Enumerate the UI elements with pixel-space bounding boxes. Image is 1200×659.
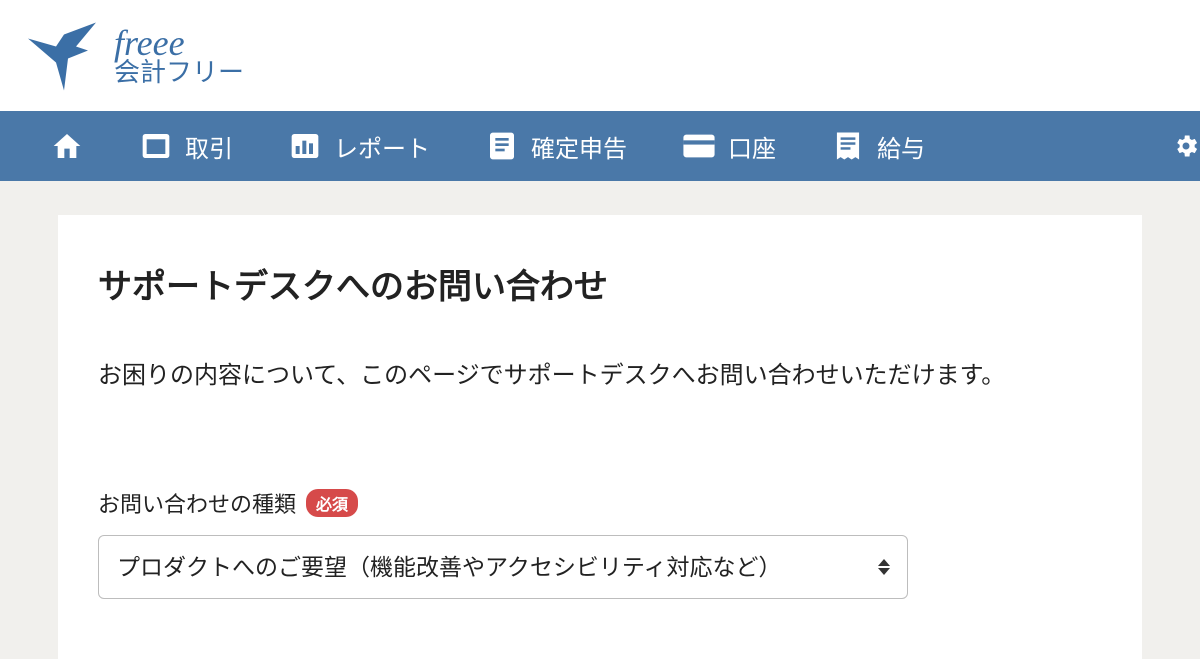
content-card: サポートデスクへのお問い合わせ お困りの内容について、このページでサポートデスク…	[58, 215, 1142, 659]
home-icon	[50, 129, 84, 163]
nav-settings[interactable]	[1172, 128, 1200, 164]
panel-icon	[139, 129, 173, 163]
required-badge: 必須	[306, 489, 358, 517]
document-icon	[485, 129, 519, 163]
nav-payroll[interactable]: 給与	[831, 129, 925, 164]
inquiry-type-label-row: お問い合わせの種類 必須	[98, 487, 1102, 519]
nav-reports[interactable]: レポート	[288, 129, 430, 164]
nav-label: 口座	[728, 129, 776, 164]
logo-script: freee	[114, 25, 244, 61]
nav-home[interactable]	[50, 129, 84, 163]
card-icon	[682, 129, 716, 163]
page-description: お困りの内容について、このページでサポートデスクへお問い合わせいただけます。	[98, 356, 1102, 397]
nav-label: 給与	[877, 129, 925, 164]
nav-accounts[interactable]: 口座	[682, 129, 776, 164]
inquiry-type-select-wrap: プロダクトへのご要望（機能改善やアクセシビリティ対応など）	[98, 535, 908, 599]
page-title: サポートデスクへのお問い合わせ	[98, 259, 1102, 308]
nav-label: レポート	[334, 129, 430, 164]
main-nav: 取引 レポート 確定申告 口座 給与	[0, 111, 1200, 181]
chart-icon	[288, 129, 322, 163]
nav-label: 取引	[185, 129, 233, 164]
receipt-icon	[831, 129, 865, 163]
inquiry-type-label: お問い合わせの種類	[98, 487, 296, 519]
header-logo-area: freee 会計フリー	[0, 0, 1200, 111]
nav-tax-return[interactable]: 確定申告	[485, 129, 627, 164]
bird-icon	[20, 12, 100, 97]
gear-icon	[1172, 128, 1200, 164]
logo-text: freee 会計フリー	[114, 21, 244, 88]
nav-label: 確定申告	[531, 129, 627, 164]
inquiry-type-select[interactable]: プロダクトへのご要望（機能改善やアクセシビリティ対応など）	[98, 535, 908, 599]
logo[interactable]: freee 会計フリー	[20, 12, 244, 97]
nav-transactions[interactable]: 取引	[139, 129, 233, 164]
